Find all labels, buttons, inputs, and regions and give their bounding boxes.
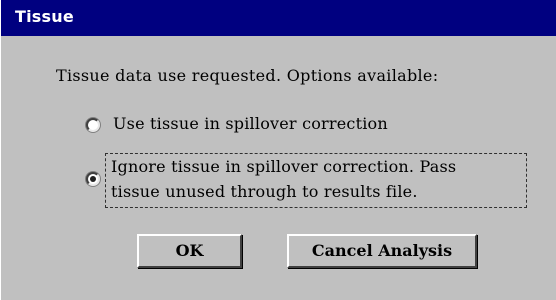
ok-button[interactable]: OK [137, 234, 242, 268]
prompt-text: Tissue data use requested. Options avail… [56, 66, 439, 85]
cancel-analysis-button[interactable]: Cancel Analysis [287, 234, 477, 268]
radio-button-selected-icon[interactable] [86, 172, 100, 186]
option-use-tissue-label: Use tissue in spillover correction [113, 114, 388, 133]
option-ignore-tissue-label-line2: tissue unused through to results file. [111, 182, 418, 201]
option-use-tissue[interactable]: Use tissue in spillover correction [83, 110, 443, 140]
window-title: Tissue [15, 7, 74, 26]
radio-button-unselected-icon[interactable] [86, 118, 100, 132]
option-ignore-tissue-label-line1: Ignore tissue in spillover correction. P… [111, 157, 457, 176]
title-bar[interactable]: Tissue [1, 0, 556, 36]
option-ignore-tissue[interactable]: Ignore tissue in spillover correction. P… [83, 153, 533, 209]
tissue-dialog: Tissue Tissue data use requested. Option… [0, 0, 556, 300]
radio-dot-icon [90, 176, 96, 182]
